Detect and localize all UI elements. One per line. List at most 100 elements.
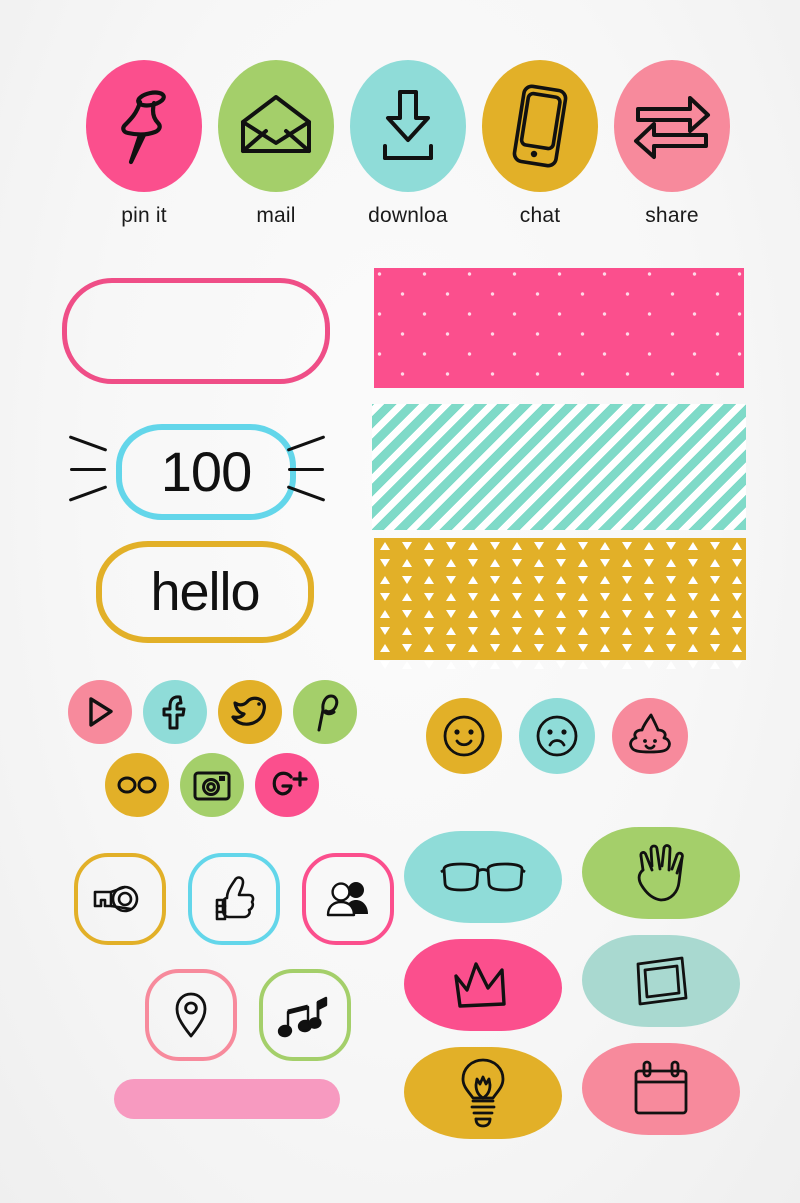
top-icon-row: pin it mail <box>0 60 800 240</box>
top-item-chat[interactable]: chat <box>474 60 606 228</box>
glasses-blob[interactable] <box>404 831 562 923</box>
instagram-icon <box>192 768 232 802</box>
mail-disc <box>218 60 334 192</box>
hello-bubble[interactable]: hello <box>96 541 314 643</box>
triangle-motif <box>468 610 478 618</box>
thumbsup-outline-square[interactable] <box>188 853 280 945</box>
hundred-rays-left <box>68 436 118 502</box>
triangle-motif <box>600 661 610 669</box>
triangle-motif <box>600 559 610 567</box>
social-instagram-circle[interactable] <box>180 753 244 817</box>
triangle-motif <box>688 542 698 550</box>
triangle-motif <box>666 661 676 669</box>
triangle-motif <box>622 593 632 601</box>
triangle-motif <box>490 644 500 652</box>
top-item-label: chat <box>474 204 606 228</box>
triangle-motif <box>688 644 698 652</box>
triangle-motif <box>534 610 544 618</box>
triangle-motif <box>666 627 676 635</box>
download-arrow-icon <box>373 88 443 164</box>
ray <box>70 468 106 471</box>
mappin-outline-square[interactable] <box>145 969 237 1061</box>
triangle-motif <box>710 542 720 550</box>
smartphone-icon <box>509 83 571 169</box>
triangle-motif <box>446 559 456 567</box>
triangle-motif <box>402 627 412 635</box>
triangle-motif <box>512 542 522 550</box>
triangle-motif <box>644 610 654 618</box>
triangle-motif <box>600 593 610 601</box>
triangle-motif <box>688 593 698 601</box>
triangle-motif <box>710 576 720 584</box>
key-icon <box>91 884 149 914</box>
triangle-motif <box>600 542 610 550</box>
triangle-motif <box>490 627 500 635</box>
triangle-motif <box>644 576 654 584</box>
key-outline-square[interactable] <box>74 853 166 945</box>
triangle-motif <box>732 576 742 584</box>
chat-disc <box>482 60 598 192</box>
triangle-motif <box>402 559 412 567</box>
social-facebook-circle[interactable] <box>143 680 207 744</box>
top-item-share[interactable]: share <box>606 60 738 228</box>
hand-blob[interactable] <box>582 827 740 919</box>
google-plus-icon <box>265 766 309 804</box>
social-twitter-circle[interactable] <box>218 680 282 744</box>
triangle-motif <box>424 661 434 669</box>
ray <box>69 435 108 451</box>
triangle-motif <box>600 644 610 652</box>
triangle-motif <box>622 576 632 584</box>
triangle-motif <box>666 644 676 652</box>
triangle-motif <box>446 627 456 635</box>
top-item-mail[interactable]: mail <box>210 60 342 228</box>
triangle-motif <box>688 661 698 669</box>
triangle-motif <box>490 559 500 567</box>
lightbulb-blob[interactable] <box>404 1047 562 1139</box>
emoji-sad-circle[interactable] <box>519 698 595 774</box>
triangle-motif <box>534 593 544 601</box>
triangle-motif <box>666 542 676 550</box>
crown-blob[interactable] <box>404 939 562 1031</box>
triangle-motif <box>556 644 566 652</box>
calendar-blob[interactable] <box>582 1043 740 1135</box>
empty-pill-outline[interactable] <box>62 278 330 384</box>
triangle-motif <box>556 610 566 618</box>
emoji-poop-circle[interactable] <box>612 698 688 774</box>
triangle-motif <box>446 610 456 618</box>
top-item-label: pin it <box>78 204 210 228</box>
social-play-circle[interactable] <box>68 680 132 744</box>
triangle-motif <box>644 644 654 652</box>
triangle-motif <box>600 627 610 635</box>
map-pin-icon <box>173 991 209 1039</box>
music-outline-square[interactable] <box>259 969 351 1061</box>
triangle-motif <box>380 644 390 652</box>
photo-frame-blob[interactable] <box>582 935 740 1027</box>
hundred-bubble[interactable]: 100 <box>116 424 296 520</box>
triangle-motif <box>710 610 720 618</box>
triangle-motif <box>424 610 434 618</box>
triangle-motif <box>446 542 456 550</box>
triangle-motif <box>446 593 456 601</box>
social-pinterest-circle[interactable] <box>293 680 357 744</box>
social-flickr-circle[interactable] <box>105 753 169 817</box>
users-outline-square[interactable] <box>302 853 394 945</box>
triangle-motif <box>446 661 456 669</box>
triangle-motif <box>732 610 742 618</box>
triangle-motif <box>644 542 654 550</box>
triangle-motif <box>490 576 500 584</box>
triangle-motif <box>512 610 522 618</box>
triangle-motif <box>534 576 544 584</box>
triangle-motif <box>688 610 698 618</box>
triangle-motif <box>424 644 434 652</box>
ray <box>69 485 108 501</box>
top-item-pin-it[interactable]: pin it <box>78 60 210 228</box>
emoji-happy-circle[interactable] <box>426 698 502 774</box>
triangle-motif <box>644 593 654 601</box>
social-googleplus-circle[interactable] <box>255 753 319 817</box>
triangle-motif <box>468 559 478 567</box>
triangle-motif <box>556 576 566 584</box>
triangle-motif <box>556 661 566 669</box>
top-item-download[interactable]: downloa <box>342 60 474 228</box>
triangle-motif <box>490 661 500 669</box>
triangle-motif <box>622 559 632 567</box>
